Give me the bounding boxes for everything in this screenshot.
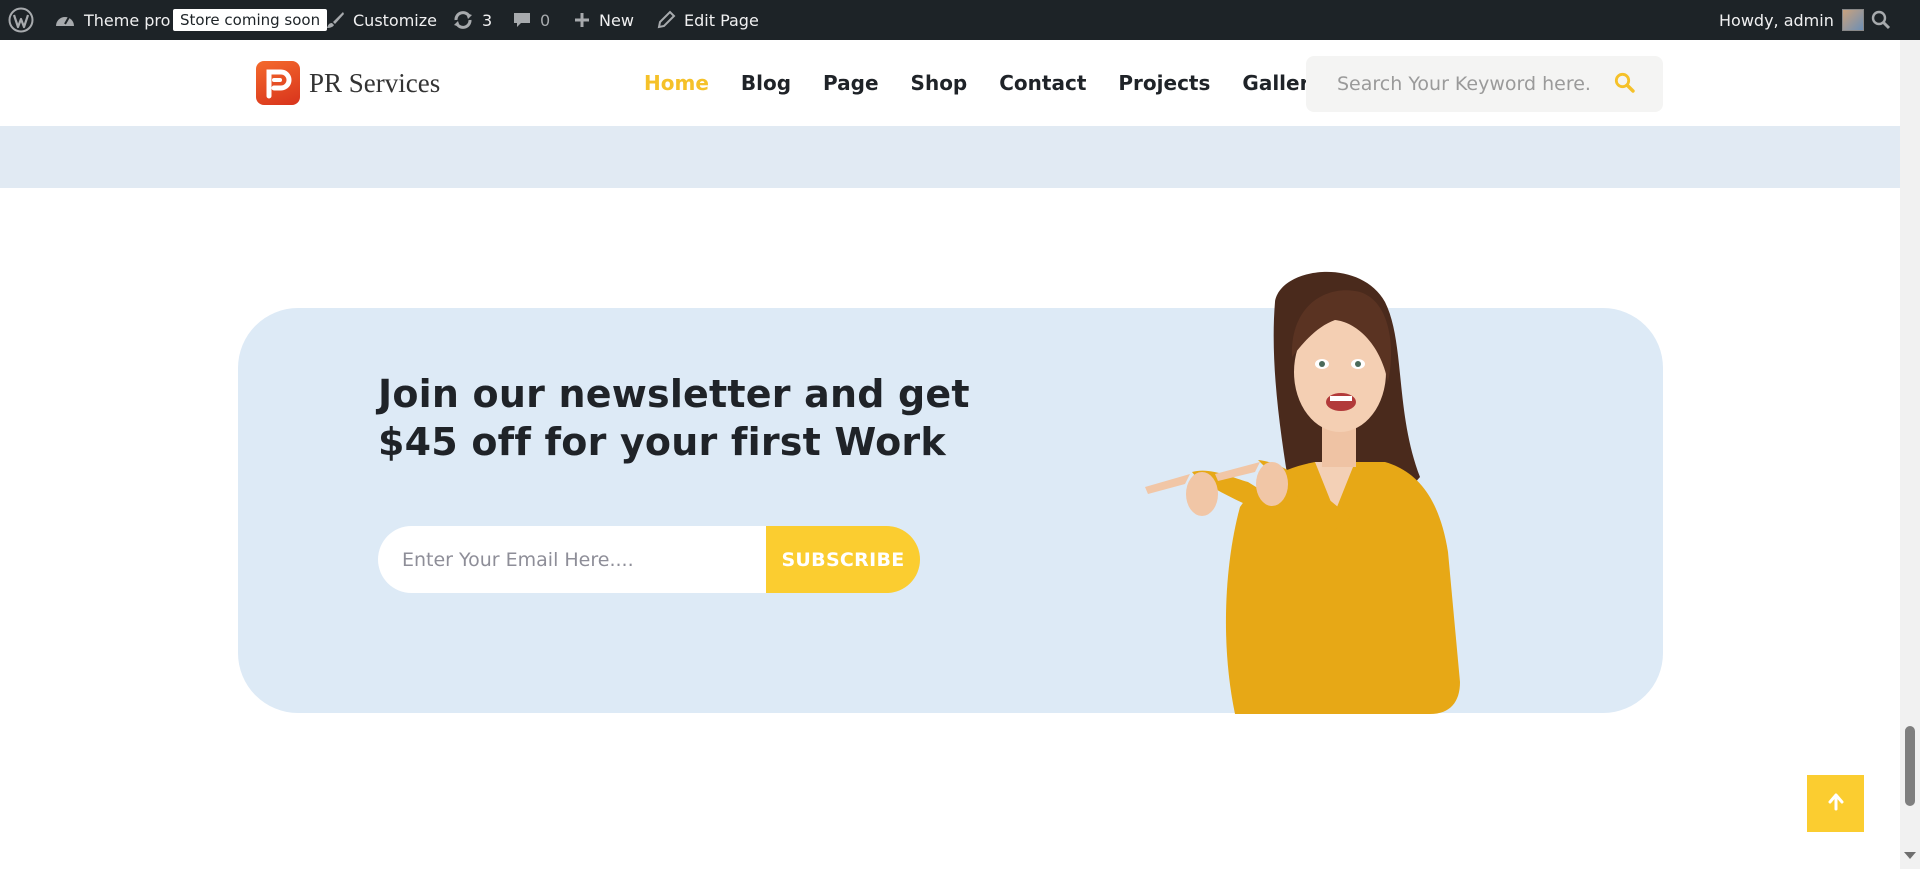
avatar — [1841, 9, 1864, 31]
arrow-up-icon — [1826, 792, 1846, 816]
admin-bar: Theme pro Store coming soon Customize 3 … — [0, 0, 1920, 40]
search-input[interactable] — [1337, 73, 1614, 95]
wp-logo-menu[interactable] — [8, 0, 34, 40]
nav-page[interactable]: Page — [823, 71, 879, 95]
main-nav: Home Blog Page Shop Contact Projects Gal… — [644, 40, 1323, 126]
email-field[interactable] — [378, 526, 766, 593]
customize-label: Customize — [353, 10, 437, 30]
site-search — [1306, 56, 1663, 112]
nav-shop[interactable]: Shop — [911, 71, 968, 95]
newsletter-form: SUBSCRIBE — [378, 526, 920, 593]
updates-count: 3 — [482, 10, 493, 30]
newsletter-heading-line2: $45 off for your first Work — [378, 420, 946, 464]
comments-count: 0 — [540, 10, 551, 30]
wordpress-icon — [8, 7, 34, 33]
customize-link[interactable]: Customize — [325, 0, 437, 40]
scroll-down-arrow[interactable] — [1904, 852, 1916, 859]
newsletter-heading: Join our newsletter and get $45 off for … — [378, 370, 998, 466]
howdy-text: Howdy, admin — [1719, 10, 1834, 30]
scrollbar-thumb[interactable] — [1905, 726, 1915, 806]
page-scrollbar[interactable] — [1900, 40, 1920, 869]
search-icon — [1871, 10, 1891, 30]
hero-band — [0, 126, 1900, 188]
store-badge[interactable]: Store coming soon — [173, 0, 328, 40]
admin-search[interactable] — [1871, 0, 1891, 40]
nav-projects[interactable]: Projects — [1118, 71, 1210, 95]
nav-blog[interactable]: Blog — [741, 71, 791, 95]
logo-text: PR Services — [309, 67, 441, 98]
pencil-icon — [656, 10, 676, 30]
site-name: Theme pro — [84, 10, 171, 30]
comment-icon — [512, 10, 532, 30]
edit-page-link[interactable]: Edit Page — [656, 0, 759, 40]
edit-page-label: Edit Page — [684, 10, 759, 30]
dashboard-icon — [54, 10, 76, 30]
store-badge-label: Store coming soon — [173, 9, 328, 31]
newsletter-heading-line1: Join our newsletter and get — [378, 372, 970, 416]
updates-link[interactable]: 3 — [452, 0, 492, 40]
nav-contact[interactable]: Contact — [999, 71, 1086, 95]
comments-link[interactable]: 0 — [512, 0, 550, 40]
refresh-icon — [452, 10, 474, 30]
new-label: New — [599, 10, 634, 30]
subscribe-button[interactable]: SUBSCRIBE — [766, 526, 920, 593]
scroll-to-top-button[interactable] — [1807, 775, 1864, 832]
brush-icon — [325, 10, 345, 30]
nav-home[interactable]: Home — [644, 71, 709, 95]
plus-icon — [573, 11, 591, 29]
site-header: PR Services Home Blog Page Shop Contact … — [0, 40, 1900, 126]
new-content-menu[interactable]: New — [573, 0, 634, 40]
logo-icon — [256, 61, 300, 105]
account-menu[interactable]: Howdy, admin — [1719, 0, 1864, 40]
search-icon[interactable] — [1614, 72, 1635, 97]
site-logo[interactable]: PR Services — [256, 61, 440, 105]
model-image — [1145, 271, 1460, 714]
site-name-menu[interactable]: Theme pro — [54, 0, 170, 40]
